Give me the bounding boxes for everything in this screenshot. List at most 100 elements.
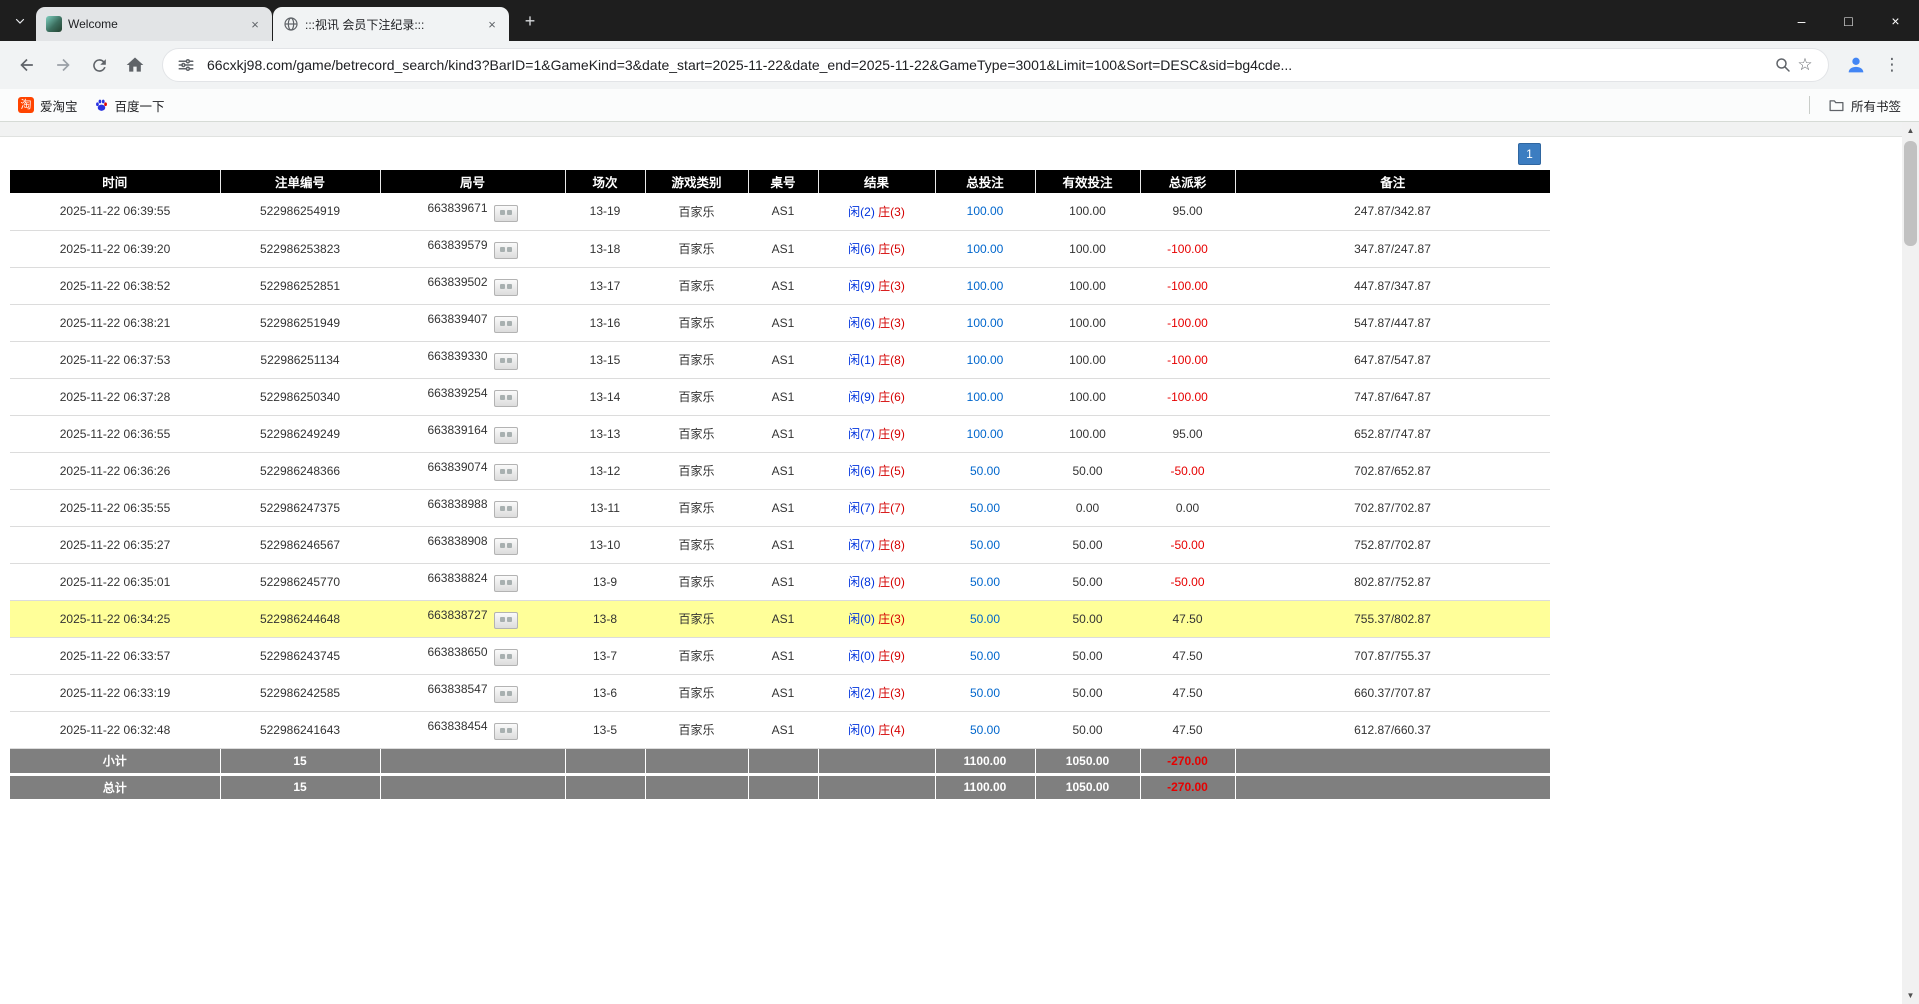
table-row: 2025-11-22 06:32:48522986241643663838454… xyxy=(10,711,1550,748)
scroll-up-icon[interactable]: ▲ xyxy=(1902,122,1919,139)
cell-table: AS1 xyxy=(748,526,818,563)
bookmarks-divider xyxy=(1809,96,1810,114)
replay-icon[interactable] xyxy=(494,427,518,444)
taobao-icon: 淘 xyxy=(18,97,34,113)
cell-session: 13-17 xyxy=(565,267,645,304)
replay-icon[interactable] xyxy=(494,205,518,222)
replay-icon[interactable] xyxy=(494,686,518,703)
cell-result: 闲(6) 庄(5) xyxy=(818,452,935,489)
cell-session: 13-15 xyxy=(565,341,645,378)
new-tab-button[interactable]: + xyxy=(516,7,544,35)
summary-label: 小计 xyxy=(10,748,220,774)
cell-bet-id: 522986247375 xyxy=(220,489,380,526)
bookmark-star-icon[interactable]: ☆ xyxy=(1794,54,1816,76)
browser-menu-icon[interactable]: ⋮ xyxy=(1875,48,1909,82)
result-player: 闲(1) xyxy=(848,353,875,367)
page-top-strip xyxy=(0,122,1902,137)
column-header: 注单编号 xyxy=(220,170,380,193)
result-player: 闲(0) xyxy=(848,612,875,626)
maximize-button[interactable]: □ xyxy=(1825,0,1872,41)
tab-search-chevron-icon[interactable] xyxy=(6,7,34,35)
scrollbar-thumb[interactable] xyxy=(1904,141,1917,246)
page-number-button[interactable]: 1 xyxy=(1518,143,1541,165)
cell-result: 闲(6) 庄(3) xyxy=(818,304,935,341)
replay-icon[interactable] xyxy=(494,612,518,629)
cell-game: 百家乐 xyxy=(645,674,748,711)
cell-total-bet: 50.00 xyxy=(935,711,1035,748)
cell-valid-bet: 50.00 xyxy=(1035,563,1140,600)
replay-icon[interactable] xyxy=(494,575,518,592)
summary-cell: 1050.00 xyxy=(1035,774,1140,800)
cell-note: 702.87/652.87 xyxy=(1235,452,1550,489)
cell-round: 663838908 xyxy=(380,526,565,563)
profile-avatar-icon[interactable] xyxy=(1839,48,1873,82)
site-settings-icon[interactable] xyxy=(175,54,197,76)
cell-table: AS1 xyxy=(748,674,818,711)
forward-button[interactable] xyxy=(46,48,80,82)
cell-note: 747.87/647.87 xyxy=(1235,378,1550,415)
cell-note: 755.37/802.87 xyxy=(1235,600,1550,637)
replay-icon[interactable] xyxy=(494,390,518,407)
replay-icon[interactable] xyxy=(494,279,518,296)
cell-round: 663838988 xyxy=(380,489,565,526)
cell-note: 802.87/752.87 xyxy=(1235,563,1550,600)
cell-valid-bet: 100.00 xyxy=(1035,193,1140,230)
cell-total-bet: 50.00 xyxy=(935,489,1035,526)
folder-icon xyxy=(1828,97,1845,114)
cell-total-bet: 50.00 xyxy=(935,674,1035,711)
back-button[interactable] xyxy=(10,48,44,82)
all-bookmarks-label: 所有书签 xyxy=(1851,96,1901,115)
bookmark-baidu[interactable]: 百度一下 xyxy=(86,92,173,119)
cell-valid-bet: 0.00 xyxy=(1035,489,1140,526)
cell-game: 百家乐 xyxy=(645,452,748,489)
cell-table: AS1 xyxy=(748,304,818,341)
round-id: 663839671 xyxy=(427,201,487,215)
summary-cell: -270.00 xyxy=(1140,748,1235,774)
cell-valid-bet: 50.00 xyxy=(1035,526,1140,563)
replay-icon[interactable] xyxy=(494,649,518,666)
summary-cell xyxy=(748,748,818,774)
url-text[interactable]: 66cxkj98.com/game/betrecord_search/kind3… xyxy=(207,57,1762,73)
zoom-icon[interactable] xyxy=(1772,54,1794,76)
cell-result: 闲(2) 庄(3) xyxy=(818,193,935,230)
result-player: 闲(6) xyxy=(848,464,875,478)
close-tab-icon[interactable]: × xyxy=(483,15,501,33)
summary-cell: 1100.00 xyxy=(935,774,1035,800)
close-window-button[interactable]: × xyxy=(1872,0,1919,41)
tab-bet-record[interactable]: :::视讯 会员下注纪录::: × xyxy=(273,7,509,41)
minimize-button[interactable]: – xyxy=(1778,0,1825,41)
cell-game: 百家乐 xyxy=(645,526,748,563)
cell-session: 13-19 xyxy=(565,193,645,230)
replay-icon[interactable] xyxy=(494,464,518,481)
replay-icon[interactable] xyxy=(494,316,518,333)
cell-valid-bet: 50.00 xyxy=(1035,637,1140,674)
vertical-scrollbar[interactable]: ▲ ▼ xyxy=(1902,122,1919,1004)
address-bar[interactable]: 66cxkj98.com/game/betrecord_search/kind3… xyxy=(162,48,1829,82)
column-header: 桌号 xyxy=(748,170,818,193)
cell-table: AS1 xyxy=(748,711,818,748)
cell-bet-id: 522986246567 xyxy=(220,526,380,563)
close-tab-icon[interactable]: × xyxy=(246,15,264,33)
tab-welcome[interactable]: Welcome × xyxy=(36,7,272,41)
cell-note: 752.87/702.87 xyxy=(1235,526,1550,563)
replay-icon[interactable] xyxy=(494,242,518,259)
result-banker: 庄(6) xyxy=(878,390,905,404)
cell-note: 447.87/347.87 xyxy=(1235,267,1550,304)
scroll-down-icon[interactable]: ▼ xyxy=(1902,987,1919,1004)
result-banker: 庄(5) xyxy=(878,242,905,256)
replay-icon[interactable] xyxy=(494,353,518,370)
bookmark-taobao[interactable]: 淘 爱淘宝 xyxy=(10,92,86,119)
round-id: 663838547 xyxy=(427,682,487,696)
cell-session: 13-6 xyxy=(565,674,645,711)
replay-icon[interactable] xyxy=(494,501,518,518)
round-id: 663839330 xyxy=(427,349,487,363)
replay-icon[interactable] xyxy=(494,723,518,740)
all-bookmarks-button[interactable]: 所有书签 xyxy=(1820,92,1909,119)
cell-table: AS1 xyxy=(748,341,818,378)
home-button[interactable] xyxy=(118,48,152,82)
cell-time: 2025-11-22 06:33:57 xyxy=(10,637,220,674)
reload-button[interactable] xyxy=(82,48,116,82)
replay-icon[interactable] xyxy=(494,538,518,555)
cell-total-bet: 50.00 xyxy=(935,526,1035,563)
cell-note: 660.37/707.87 xyxy=(1235,674,1550,711)
